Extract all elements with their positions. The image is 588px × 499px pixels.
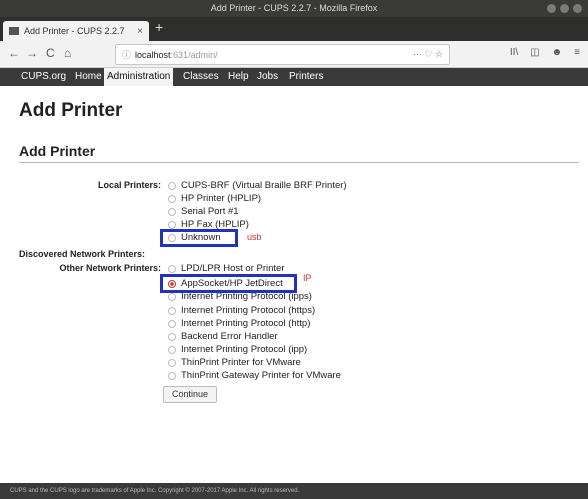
radio-button[interactable] <box>168 292 176 301</box>
url-bar[interactable]: ⓘ localhost :631/admin/ ··· ♡ ☆ <box>115 44 450 65</box>
window-title: Add Printer - CUPS 2.2.7 - Mozilla Firef… <box>210 3 378 13</box>
nav-cups-org[interactable]: CUPS.org <box>21 68 66 86</box>
url-path: :631/admin/ <box>170 49 218 60</box>
printer-option-label: HP Printer (HPLIP) <box>181 193 262 204</box>
home-icon[interactable]: ⌂ <box>64 46 71 60</box>
section-title: Add Printer <box>19 143 96 159</box>
printer-option[interactable]: Backend Error Handler <box>168 331 278 342</box>
continue-button[interactable]: Continue <box>163 386 217 403</box>
radio-button[interactable] <box>168 207 176 216</box>
browser-tab[interactable]: Add Printer - CUPS 2.2.7 × <box>3 21 149 41</box>
nav-administration[interactable]: Administration <box>104 68 174 86</box>
library-icon[interactable]: II\ <box>510 47 518 58</box>
tab-bar: Add Printer - CUPS 2.2.7 × <box>0 17 588 41</box>
ip-annotation: IP <box>303 273 312 283</box>
discovered-printers-label: Discovered Network Printers: <box>19 249 146 259</box>
radio-button[interactable] <box>168 181 176 190</box>
printer-option-label: LPD/LPR Host or Printer <box>181 263 285 274</box>
site-info-icon[interactable]: ⓘ <box>122 48 131 61</box>
toolbar-icons: II\ ◫ ☻ ≡ <box>510 47 580 58</box>
forward-icon[interactable]: → <box>26 46 38 60</box>
url-host: localhost <box>135 49 171 60</box>
usb-annotation: usb <box>247 232 262 242</box>
page-title: Add Printer <box>19 100 123 121</box>
printer-option-label: Internet Printing Protocol (ipp) <box>181 344 308 355</box>
printer-option[interactable]: ThinPrint Printer for VMware <box>168 357 301 368</box>
back-icon[interactable]: ← <box>8 46 20 60</box>
nav-help[interactable]: Help <box>228 68 249 86</box>
navigation-toolbar: ← → C ⌂ ⓘ localhost :631/admin/ ··· ♡ ☆ … <box>0 41 588 68</box>
account-icon[interactable]: ☻ <box>552 47 563 58</box>
other-printers-label: Other Network Printers: <box>59 263 161 273</box>
printer-option[interactable]: ThinPrint Gateway Printer for VMware <box>168 370 341 381</box>
close-window-button[interactable] <box>573 4 582 13</box>
nav-printers[interactable]: Printers <box>289 68 323 86</box>
printer-option[interactable]: HP Printer (HPLIP) <box>168 193 261 204</box>
radio-button[interactable] <box>168 345 176 354</box>
printer-option-label: CUPS-BRF (Virtual Braille BRF Printer) <box>181 180 347 191</box>
ip-highlight-box <box>160 274 297 293</box>
printer-option[interactable]: CUPS-BRF (Virtual Braille BRF Printer) <box>168 180 347 191</box>
printer-option-label: ThinPrint Gateway Printer for VMware <box>181 370 341 381</box>
sidebar-icon[interactable]: ◫ <box>530 47 539 58</box>
local-printers-label: Local Printers: <box>97 180 161 190</box>
menu-icon[interactable]: ≡ <box>574 47 580 58</box>
radio-button[interactable] <box>168 358 176 367</box>
printer-favicon-icon <box>9 27 19 35</box>
minimize-button[interactable] <box>547 4 556 13</box>
cups-navigation: CUPS.org Home Administration Classes Hel… <box>0 68 588 86</box>
radio-button[interactable] <box>168 371 176 380</box>
close-tab-icon[interactable]: × <box>137 26 143 37</box>
nav-home[interactable]: Home <box>75 68 102 86</box>
radio-button[interactable] <box>168 264 176 273</box>
radio-button[interactable] <box>168 319 176 328</box>
printer-option[interactable]: Internet Printing Protocol (ipp) <box>168 344 307 355</box>
new-tab-button[interactable]: + <box>155 19 163 35</box>
printer-option-label: Serial Port #1 <box>181 206 239 217</box>
printer-option-label: Internet Printing Protocol (https) <box>181 305 316 316</box>
radio-button[interactable] <box>168 332 176 341</box>
radio-button[interactable] <box>168 194 176 203</box>
nav-jobs[interactable]: Jobs <box>257 68 278 86</box>
usb-highlight-box <box>160 229 238 247</box>
radio-button[interactable] <box>168 220 176 229</box>
printer-option[interactable]: Internet Printing Protocol (https) <box>168 305 315 316</box>
page-footer: CUPS and the CUPS logo are trademarks of… <box>0 483 588 499</box>
reload-icon[interactable]: C <box>46 46 55 60</box>
nav-classes[interactable]: Classes <box>183 68 219 86</box>
printer-option[interactable]: Serial Port #1 <box>168 206 239 217</box>
printer-option-label: Internet Printing Protocol (http) <box>181 318 311 329</box>
radio-button[interactable] <box>168 306 176 315</box>
printer-option[interactable]: LPD/LPR Host or Printer <box>168 263 284 274</box>
page-actions-icon[interactable]: ··· ♡ ☆ <box>413 49 443 60</box>
maximize-button[interactable] <box>560 4 569 13</box>
printer-option[interactable]: Internet Printing Protocol (http) <box>168 318 310 329</box>
window-controls[interactable] <box>547 4 582 13</box>
section-divider <box>19 162 579 163</box>
window-titlebar: Add Printer - CUPS 2.2.7 - Mozilla Firef… <box>0 0 588 17</box>
printer-option-label: ThinPrint Printer for VMware <box>181 357 301 368</box>
printer-option-label: Backend Error Handler <box>181 331 278 342</box>
tab-title: Add Printer - CUPS 2.2.7 <box>24 26 125 36</box>
